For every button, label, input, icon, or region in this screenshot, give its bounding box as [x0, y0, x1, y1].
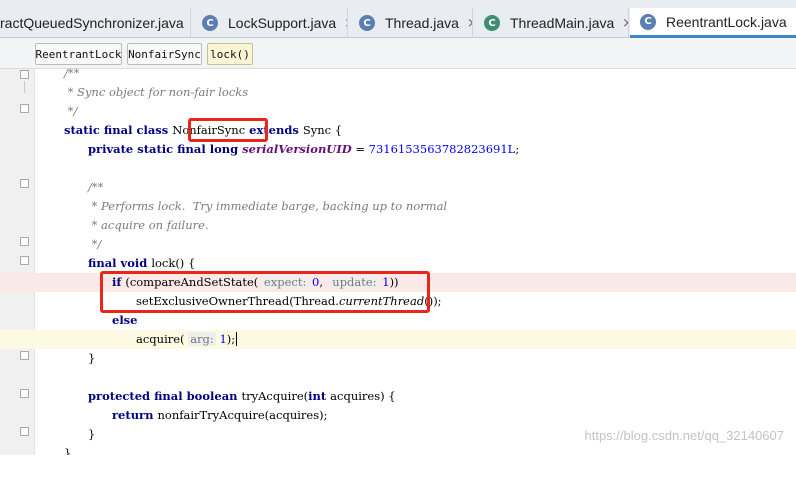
code-line: else [0, 311, 796, 330]
number-literal: 1 [219, 332, 227, 346]
comment: */ [88, 237, 102, 251]
tab-label: ractQueuedSynchronizer.java [0, 15, 184, 31]
method-call: acquire( arg: 1); [136, 330, 238, 349]
comment: /** [64, 66, 80, 80]
runnable-class-icon: C [484, 15, 500, 31]
code-text: } [88, 351, 96, 365]
keyword: else [112, 313, 138, 327]
code-line: return nonfairTryAcquire(acquires); [0, 406, 796, 425]
code-text: } [88, 427, 96, 441]
comment: * acquire on failure. [88, 218, 209, 232]
field-name: serialVersionUID [242, 142, 352, 156]
code-text: nonfairTryAcquire(acquires); [157, 408, 328, 422]
code-text: = [351, 142, 369, 156]
comment: /** [88, 180, 104, 194]
code-text: ); [226, 332, 236, 346]
number-literal: 7316153563782823691L [368, 142, 516, 156]
code-line: * Sync object for non-fair locks [0, 83, 796, 102]
code-text: ; [515, 142, 520, 156]
code-text: tryAcquire( [241, 389, 309, 403]
keyword: final void [88, 256, 152, 270]
code-line: protected final boolean tryAcquire(int a… [0, 387, 796, 406]
code-line: /** [0, 64, 796, 83]
comment: * Performs lock. Try immediate barge, ba… [88, 199, 448, 213]
code-line: */ [0, 102, 796, 121]
return-statement: return nonfairTryAcquire(acquires); [112, 406, 327, 425]
code-line: /** [0, 178, 796, 197]
close-icon[interactable]: × [344, 16, 347, 31]
keyword: int [308, 389, 331, 403]
code-line-current: acquire( arg: 1); [0, 330, 796, 349]
keyword: static final class [64, 123, 173, 137]
breadcrumb-item-reentrantlock[interactable]: ReentrantLock [35, 43, 122, 65]
code-text: acquires) { [330, 389, 396, 403]
breadcrumb-item-lock[interactable]: lock() [207, 43, 253, 65]
tab-label: LockSupport.java [228, 15, 337, 31]
code-line: private static final long serialVersionU… [0, 140, 796, 159]
tab-label: ThreadMain.java [510, 15, 615, 31]
class-icon: C [640, 13, 656, 30]
parameter-hint: arg: [188, 332, 216, 346]
code-line: static final class NonfairSync extends S… [0, 121, 796, 140]
class-icon: C [359, 15, 375, 31]
close-icon[interactable]: × [467, 16, 472, 31]
text-caret [236, 332, 238, 346]
watermark: https://blog.csdn.net/qq_32140607 [584, 428, 785, 443]
comment: * Sync object for non-fair locks [64, 85, 249, 99]
code-text: } [64, 446, 72, 455]
code-line: */ [0, 235, 796, 254]
tab-threadmain[interactable]: C ThreadMain.java × [474, 8, 629, 38]
tab-abstractqueuedsynchronizer[interactable]: ractQueuedSynchronizer.java × [0, 8, 191, 38]
tab-label: Thread.java [385, 15, 459, 31]
comment: */ [64, 104, 78, 118]
class-icon: C [202, 15, 218, 31]
code-line: * Performs lock. Try immediate barge, ba… [0, 197, 796, 216]
editor-tab-bar: ractQueuedSynchronizer.java × C LockSupp… [0, 0, 796, 38]
tab-locksupport[interactable]: C LockSupport.java × [192, 8, 348, 38]
tab-reentrantlock[interactable]: C ReentrantLock.java × [630, 8, 796, 38]
code-text: lock() { [151, 256, 196, 270]
code-line: * acquire on failure. [0, 216, 796, 235]
close-icon[interactable]: × [622, 16, 628, 31]
keyword: protected final boolean [88, 389, 242, 403]
code-line: } [0, 444, 796, 455]
keyword: private static final long [88, 142, 243, 156]
highlight-box-classname [188, 118, 268, 142]
code-text: Sync { [302, 123, 343, 137]
code-text: acquire( [136, 332, 185, 346]
keyword: return [112, 408, 158, 422]
breadcrumb-item-nonfairsync[interactable]: NonfairSync [127, 43, 202, 65]
code-line: } [0, 349, 796, 368]
field-declaration: private static final long serialVersionU… [88, 140, 519, 159]
tab-thread[interactable]: C Thread.java × [349, 8, 473, 38]
tab-label: ReentrantLock.java [666, 13, 787, 30]
highlight-box-if-block [100, 271, 430, 313]
method-declaration: protected final boolean tryAcquire(int a… [88, 387, 396, 406]
